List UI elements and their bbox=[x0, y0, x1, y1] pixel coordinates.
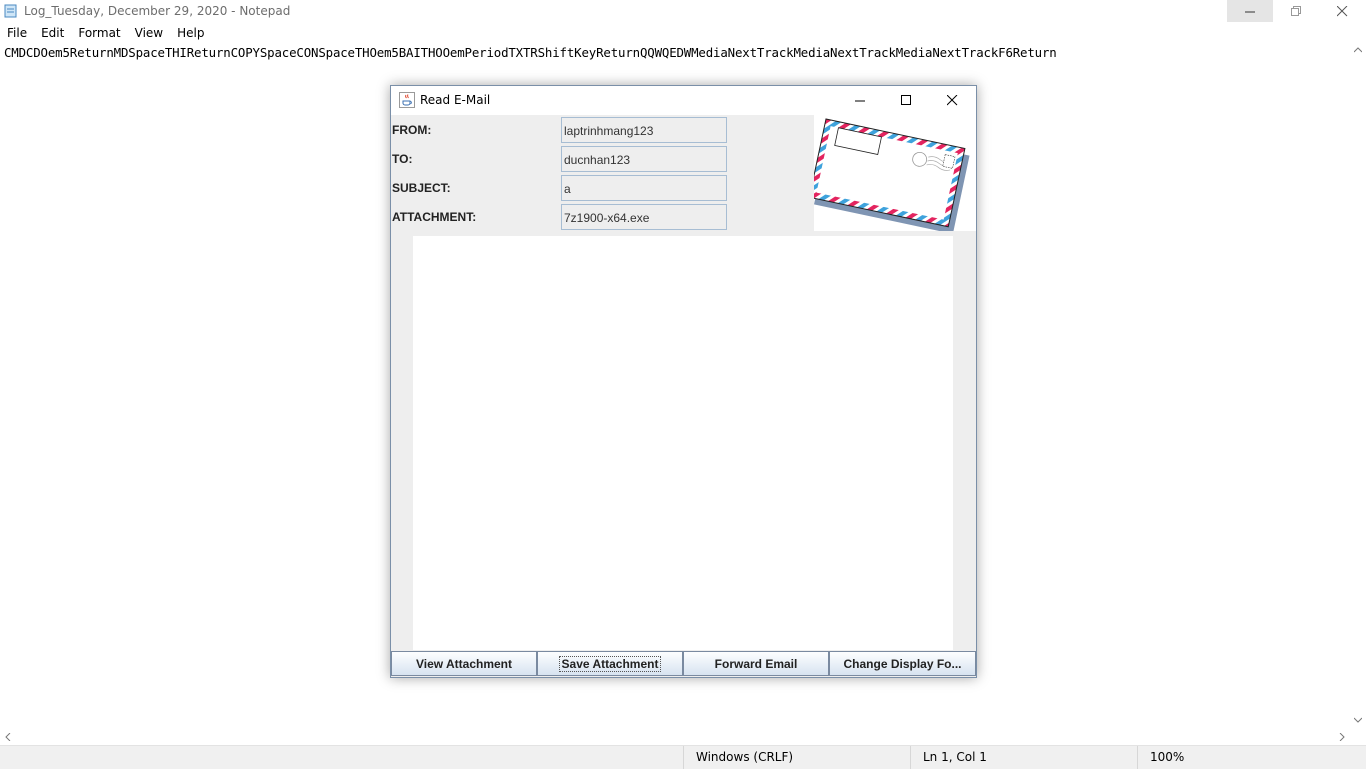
save-attachment-button[interactable]: Save Attachment bbox=[537, 651, 683, 676]
window-title: Log_Tuesday, December 29, 2020 - Notepad bbox=[24, 4, 291, 18]
from-label: FROM: bbox=[392, 123, 432, 137]
view-attachment-label: View Attachment bbox=[415, 656, 513, 671]
chevron-up-icon[interactable] bbox=[1354, 47, 1362, 53]
dialog-button-row: View Attachment Save Attachment Forward … bbox=[391, 651, 976, 677]
chevron-down-icon[interactable] bbox=[1354, 717, 1362, 723]
save-attachment-label: Save Attachment bbox=[558, 655, 662, 672]
status-bar: Windows (CRLF) Ln 1, Col 1 100% bbox=[0, 745, 1366, 769]
status-zoom: 100% bbox=[1137, 746, 1366, 769]
close-icon bbox=[946, 95, 957, 106]
vertical-scrollbar[interactable] bbox=[1350, 43, 1366, 729]
minimize-icon bbox=[854, 100, 865, 102]
menu-bar: File Edit Format View Help bbox=[0, 24, 1366, 43]
minimize-icon bbox=[1244, 11, 1255, 12]
minimize-button[interactable] bbox=[1227, 0, 1273, 22]
notepad-titlebar: Log_Tuesday, December 29, 2020 - Notepad bbox=[0, 0, 1366, 24]
attachment-field[interactable]: 7z1900-x64.exe bbox=[561, 204, 727, 230]
dialog-minimize-button[interactable] bbox=[837, 86, 883, 115]
forward-email-button[interactable]: Forward Email bbox=[683, 651, 829, 676]
dialog-close-button[interactable] bbox=[929, 86, 975, 115]
horizontal-scrollbar[interactable] bbox=[0, 729, 1350, 745]
chevron-left-icon[interactable] bbox=[5, 733, 11, 741]
subject-field[interactable]: a bbox=[561, 175, 727, 201]
menu-format[interactable]: Format bbox=[71, 24, 127, 43]
maximize-icon bbox=[900, 95, 911, 105]
view-attachment-button[interactable]: View Attachment bbox=[391, 651, 537, 676]
editor-text: CMDCDOem5ReturnMDSpaceTHIReturnCOPYSpace… bbox=[4, 45, 1057, 60]
close-icon bbox=[1336, 5, 1347, 16]
menu-edit[interactable]: Edit bbox=[34, 24, 71, 43]
forward-email-label: Forward Email bbox=[714, 656, 798, 671]
dialog-maximize-button[interactable] bbox=[883, 86, 929, 115]
envelope-illustration bbox=[808, 118, 970, 234]
close-button[interactable] bbox=[1319, 0, 1365, 22]
java-cup-icon bbox=[399, 92, 415, 108]
to-label: TO: bbox=[392, 152, 413, 166]
status-cursor-position: Ln 1, Col 1 bbox=[910, 746, 1137, 769]
status-line-ending: Windows (CRLF) bbox=[683, 746, 910, 769]
dialog-titlebar[interactable]: Read E-Mail bbox=[391, 86, 976, 115]
to-field[interactable]: ducnhan123 bbox=[561, 146, 727, 172]
menu-view[interactable]: View bbox=[128, 24, 170, 43]
email-body-textarea[interactable] bbox=[413, 236, 953, 650]
subject-label: SUBJECT: bbox=[392, 181, 451, 195]
chevron-right-icon[interactable] bbox=[1339, 733, 1345, 741]
change-display-font-label: Change Display Fo... bbox=[843, 656, 962, 671]
change-display-font-button[interactable]: Change Display Fo... bbox=[829, 651, 976, 676]
restore-icon bbox=[1290, 5, 1301, 16]
notepad-icon bbox=[4, 4, 17, 18]
menu-file[interactable]: File bbox=[0, 24, 34, 43]
dialog-title: Read E-Mail bbox=[420, 93, 491, 107]
from-field[interactable]: laptrinhmang123 bbox=[561, 117, 727, 143]
envelope-image bbox=[808, 115, 976, 234]
restore-button[interactable] bbox=[1273, 0, 1319, 22]
read-email-dialog: Read E-Mail FROM: laptrinhmang123 TO: du… bbox=[390, 85, 977, 678]
menu-help[interactable]: Help bbox=[170, 24, 211, 43]
attachment-label: ATTACHMENT: bbox=[392, 210, 477, 224]
